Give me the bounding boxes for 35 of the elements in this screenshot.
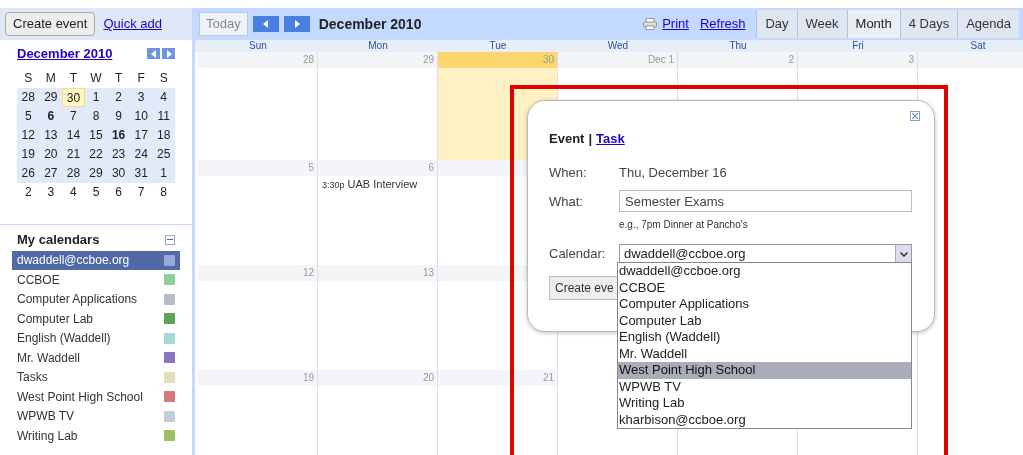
month-title: December 2010: [318, 14, 422, 34]
day-number: 2: [788, 53, 794, 67]
weekday-label: T: [113, 69, 124, 87]
when-label: When:: [549, 163, 588, 182]
day-number: 13: [422, 266, 434, 280]
day-number: 21: [542, 371, 554, 385]
weekday-label: W: [89, 69, 103, 87]
weekday-header: Fri: [851, 40, 865, 52]
day-number: Dec 1: [647, 53, 674, 67]
weekday-label: M: [44, 69, 57, 87]
weekday-label: F: [136, 69, 146, 87]
calendar-label: Calendar:: [549, 245, 607, 263]
day-number: 29: [422, 53, 434, 67]
day-number: 6: [428, 161, 434, 175]
day-number: 30: [542, 53, 554, 67]
what-label: What:: [549, 193, 584, 211]
day-number: 5: [308, 161, 314, 175]
day-number: 20: [422, 371, 434, 385]
day-number: 12: [302, 266, 314, 280]
day-number: 28: [302, 53, 314, 67]
weekday-header: Sun: [248, 40, 268, 52]
day-number: 3: [908, 53, 914, 67]
weekday-label: T: [68, 69, 79, 87]
weekday-header: Mon: [367, 40, 389, 52]
weekday-header: Thu: [728, 40, 748, 52]
day-number: 19: [302, 371, 314, 385]
weekday-header: Wed: [606, 40, 630, 52]
tab-separator: |: [588, 130, 593, 148]
weekday-label: S: [158, 69, 169, 87]
what-hint: e.g., 7pm Dinner at Pancho's: [619, 218, 749, 232]
weekday-header: Tue: [488, 40, 508, 52]
weekday-header: Sat: [969, 40, 987, 52]
when-value: Thu, December 16: [619, 163, 728, 182]
my-calendars-heading: My calendars: [17, 230, 100, 249]
weekday-label: S: [23, 69, 34, 87]
